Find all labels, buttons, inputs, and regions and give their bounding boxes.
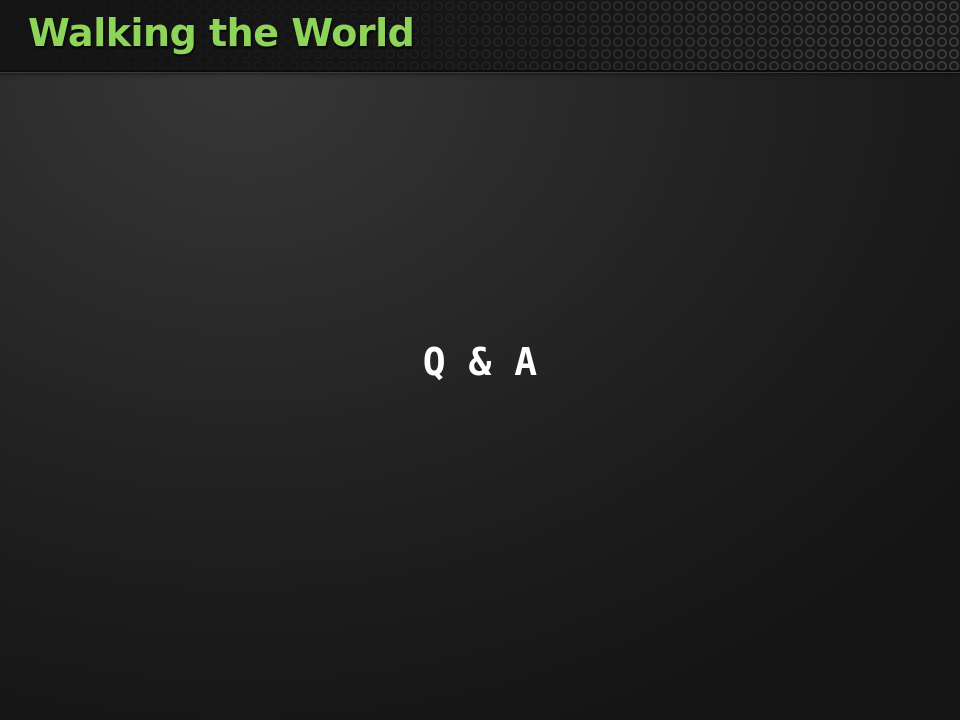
slide-body-text: Q & A xyxy=(422,340,538,384)
slide-title: Walking the World xyxy=(28,11,415,55)
header-band: Walking the World xyxy=(0,0,960,73)
slide: Walking the World Q & A xyxy=(0,0,960,720)
